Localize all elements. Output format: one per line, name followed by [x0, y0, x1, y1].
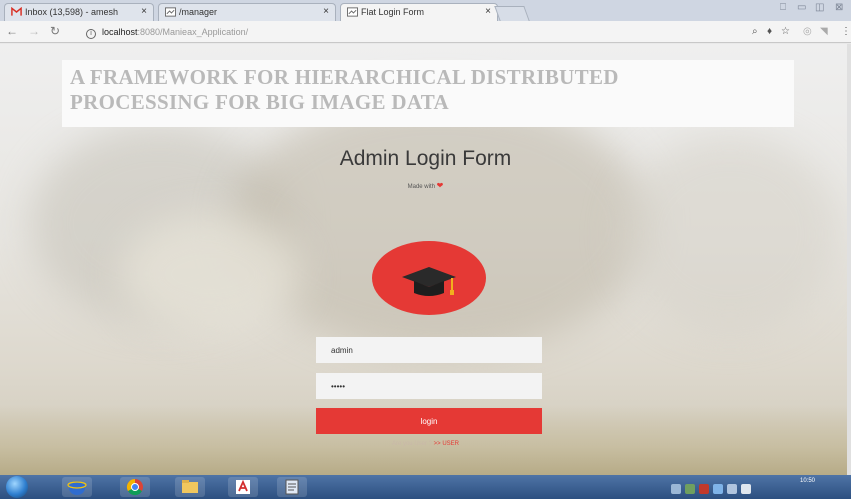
close-icon[interactable]: × — [323, 4, 329, 20]
tab-flat-login[interactable]: Flat Login Form × — [340, 3, 498, 21]
tray-icon[interactable] — [713, 484, 723, 494]
explorer-icon[interactable] — [175, 477, 205, 497]
page-viewport: A FRAMEWORK FOR HIERARCHICAL DISTRIBUTED… — [0, 44, 851, 475]
url-path: :8080/Manieax_Application/ — [137, 27, 249, 37]
tray-icon[interactable] — [727, 484, 737, 494]
clock[interactable]: 10:50 — [800, 477, 815, 485]
login-button[interactable]: login — [316, 408, 542, 434]
made-with-label: Made with — [407, 184, 435, 190]
minimize-icon[interactable]: ▭ — [797, 2, 806, 13]
tab-manager[interactable]: /manager × — [158, 3, 336, 21]
maximize-icon[interactable]: ◫ — [815, 2, 824, 13]
tab-label: Flat Login Form — [361, 7, 425, 17]
profile-icon[interactable]: ⎕ — [780, 2, 786, 13]
url-host: localhost — [102, 27, 138, 37]
background-image — [230, 94, 650, 354]
heart-icon: ❤ — [436, 181, 444, 190]
address-bar[interactable]: i localhost:8080/Manieax_Application/ — [86, 24, 834, 40]
menu-icon[interactable]: ⋮ — [841, 26, 851, 37]
project-title-banner: A FRAMEWORK FOR HIERARCHICAL DISTRIBUTED… — [62, 60, 794, 127]
page-icon — [347, 7, 358, 17]
close-window-icon[interactable]: ⊠ — [835, 2, 843, 13]
acrobat-icon[interactable] — [228, 477, 258, 497]
project-title-line: A FRAMEWORK FOR HIERARCHICAL DISTRIBUTED — [70, 65, 619, 89]
user-login-link[interactable]: >> USER — [434, 441, 459, 447]
volume-icon[interactable] — [741, 484, 751, 494]
new-tab-button[interactable] — [494, 6, 530, 21]
extension-icon[interactable]: ♦ — [767, 26, 772, 37]
gmail-icon — [11, 7, 22, 16]
system-tray — [671, 481, 789, 494]
tray-icon[interactable] — [699, 484, 709, 494]
project-title: A FRAMEWORK FOR HIERARCHICAL DISTRIBUTED… — [70, 65, 770, 115]
extension-icon[interactable]: ◎ — [803, 26, 812, 37]
form-title: Admin Login Form — [339, 147, 512, 170]
project-title-line: PROCESSING FOR BIG IMAGE DATA — [70, 90, 449, 114]
user-switch-label: Are you User ? — [391, 441, 432, 447]
background-image — [120, 214, 300, 334]
browser-toolbar: ← → ↻ i localhost:8080/Manieax_Applicatio… — [0, 21, 851, 43]
zoom-icon[interactable]: ⌕ — [752, 26, 758, 37]
made-with-text: Made with ❤ — [0, 181, 851, 190]
back-icon[interactable]: ← — [6, 24, 18, 38]
ie-icon[interactable] — [62, 477, 92, 497]
bookmark-star-icon[interactable]: ☆ — [781, 26, 790, 37]
notepad-icon[interactable] — [277, 477, 307, 497]
tab-label: /manager — [179, 7, 218, 17]
tray-icon[interactable] — [671, 484, 681, 494]
close-icon[interactable]: × — [141, 4, 147, 20]
user-switch-line: Are you User ? >> USER — [0, 441, 851, 447]
browser-tab-strip: Inbox (13,598) - amesh × /manager × Flat… — [0, 0, 851, 21]
avatar — [372, 241, 486, 315]
chrome-icon[interactable] — [120, 477, 150, 497]
username-field[interactable] — [316, 337, 542, 363]
close-icon[interactable]: × — [485, 4, 491, 20]
scrollbar[interactable] — [847, 44, 851, 475]
taskbar: 10:50 — [0, 475, 851, 499]
reload-icon[interactable]: ↻ — [50, 24, 60, 38]
tray-icon[interactable] — [685, 484, 695, 494]
forward-icon[interactable]: → — [28, 24, 40, 38]
page-icon — [165, 7, 176, 17]
password-field[interactable] — [316, 373, 542, 399]
extension-icon[interactable]: ◥ — [820, 26, 828, 37]
info-icon[interactable]: i — [86, 29, 96, 39]
tab-inbox[interactable]: Inbox (13,598) - amesh × — [4, 3, 154, 21]
start-button[interactable] — [6, 476, 28, 498]
tab-label: Inbox (13,598) - amesh — [25, 7, 119, 17]
graduation-cap-icon — [402, 267, 456, 296]
